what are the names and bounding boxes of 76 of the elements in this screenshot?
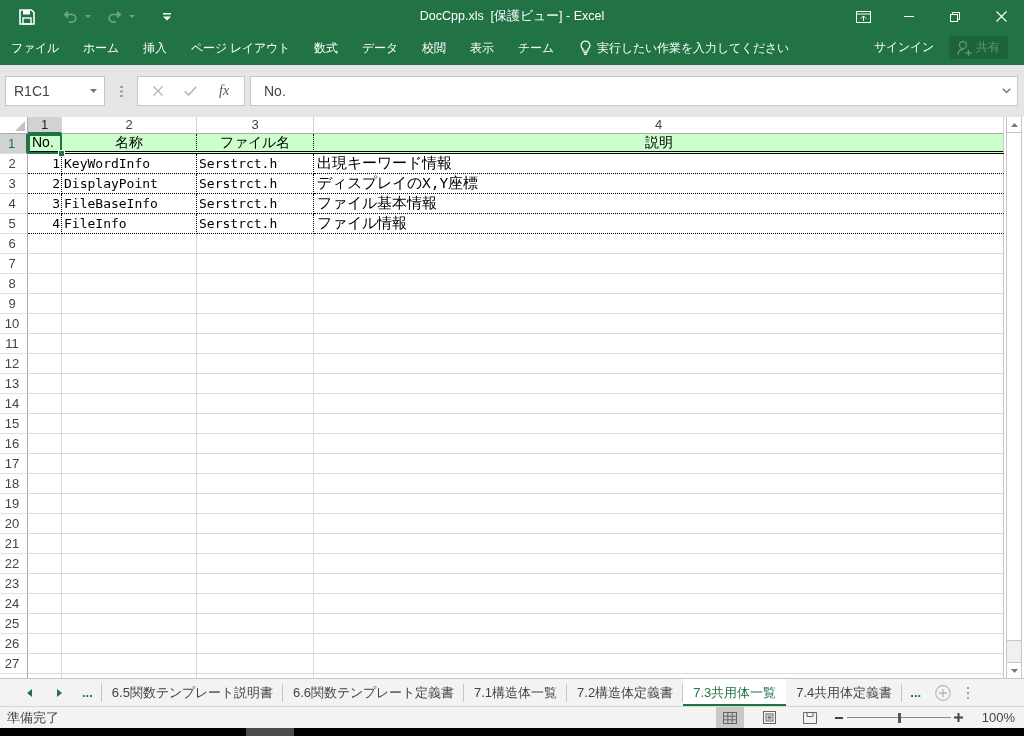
more-sheets-button[interactable]: ... <box>902 679 930 706</box>
page-break-icon <box>802 711 817 724</box>
table-cell: 1 <box>28 154 62 174</box>
check-mark-icon[interactable] <box>184 86 198 96</box>
ribbon-tab[interactable]: ページ レイアウト <box>179 37 303 58</box>
normal-view-button[interactable] <box>715 707 744 728</box>
scroll-down-button[interactable] <box>1007 662 1021 678</box>
table-header-cell: No. <box>28 134 62 154</box>
ribbon-tab[interactable]: 数式 <box>302 37 351 58</box>
triangle-icon <box>15 121 25 131</box>
vertical-dots-icon[interactable] <box>120 85 123 97</box>
table-cell: 3 <box>28 194 62 214</box>
column-header[interactable]: 3 <box>197 117 314 134</box>
table-cell: ファイル情報 <box>314 214 1004 234</box>
vertical-dots-icon[interactable] <box>967 686 970 699</box>
ribbon-tab[interactable]: ファイル <box>0 37 71 58</box>
table-header-cell: ファイル名 <box>197 134 314 154</box>
vertical-scrollbar[interactable] <box>1006 117 1022 678</box>
caret-icon[interactable] <box>90 89 97 93</box>
close-icon[interactable] <box>995 11 1007 22</box>
left-triangle-icon <box>26 688 32 697</box>
table-cell: FileInfo <box>62 214 197 234</box>
table-cell: Serstrct.h <box>197 194 314 214</box>
scroll-up-button[interactable] <box>1007 117 1021 133</box>
status-text: 準備完了 <box>6 708 59 727</box>
redo-arrow-icon <box>107 10 122 23</box>
sign-in-link[interactable]: サインイン <box>874 39 934 56</box>
tell-me-field[interactable]: 実行したい作業を入力してください <box>580 37 790 58</box>
formula-field[interactable]: No. <box>250 76 1018 106</box>
name-box[interactable]: R1C1 <box>5 76 105 106</box>
zoom-slider-thumb[interactable] <box>897 712 901 723</box>
row-header[interactable]: 1 <box>0 134 28 154</box>
table-cell: ディスプレイのX,Y座標 <box>314 174 1004 194</box>
table-cell: 4 <box>28 214 62 234</box>
plus-icon[interactable] <box>954 713 964 722</box>
up-triangle-icon <box>1010 122 1018 127</box>
table-cell: 2 <box>28 174 62 194</box>
ribbon-tab[interactable]: チーム <box>506 37 567 58</box>
table-cell: Serstrct.h <box>197 154 314 174</box>
fill-handle[interactable] <box>58 150 65 157</box>
minus-icon[interactable] <box>834 716 843 719</box>
ribbon-tab[interactable]: データ <box>350 37 411 58</box>
table-cell: 出現キーワード情報 <box>314 154 1004 174</box>
table-header-cell: 説明 <box>314 134 1004 154</box>
caret-icon <box>129 15 135 18</box>
lightbulb-icon <box>580 40 592 55</box>
ribbon-tab[interactable]: 校閲 <box>410 37 459 58</box>
window-title: DocCpp.xls [保護ビュー] - Excel <box>419 8 605 25</box>
column-header[interactable]: 1 <box>28 117 62 134</box>
ribbon-tab[interactable]: ホーム <box>71 37 131 58</box>
ribbon-tab[interactable]: 挿入 <box>131 37 179 58</box>
table-cell: DisplayPoint <box>62 174 197 194</box>
person-plus-icon <box>957 39 973 56</box>
table-cell: Serstrct.h <box>197 174 314 194</box>
page-lines-icon <box>763 711 777 724</box>
chevron-down-icon[interactable] <box>1002 88 1011 94</box>
column-header[interactable]: 2 <box>62 117 197 134</box>
undo-arrow-icon <box>63 10 78 23</box>
table-cell: KeyWordInfo <box>62 154 197 174</box>
more-sheets-button[interactable]: ... <box>74 679 101 706</box>
insert-function-button[interactable]: fx <box>219 83 230 99</box>
table-cell: ファイル基本情報 <box>314 194 1004 214</box>
scrollbar-thumb[interactable] <box>1007 133 1021 641</box>
restore-icon[interactable] <box>950 11 960 22</box>
ribbon-tab[interactable]: 表示 <box>458 37 507 58</box>
right-triangle-icon <box>56 688 62 697</box>
table-header-cell: 名称 <box>62 134 197 154</box>
save-button[interactable] <box>19 6 35 27</box>
column-header[interactable]: 4 <box>314 117 1004 134</box>
caret-icon <box>85 15 91 18</box>
table-cell: FileBaseInfo <box>62 194 197 214</box>
table-cell: Serstrct.h <box>197 214 314 234</box>
zoom-level-text[interactable]: 100% <box>981 710 1024 725</box>
down-triangle-icon <box>1010 668 1018 673</box>
sheet-tab[interactable]: 7.3共用体一覧 <box>683 679 787 706</box>
grid-icon <box>722 711 737 724</box>
